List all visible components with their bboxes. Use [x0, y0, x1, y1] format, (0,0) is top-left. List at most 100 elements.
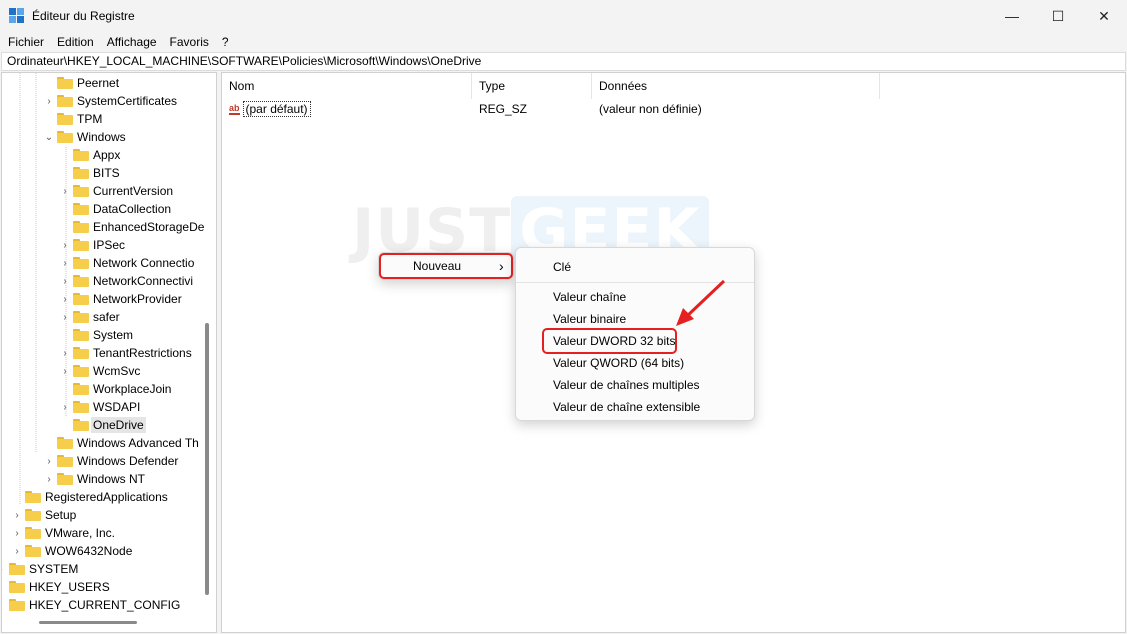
- title-bar: Éditeur du Registre — ☐ ✕: [0, 0, 1127, 32]
- chevron-right-icon[interactable]: ›: [60, 258, 70, 269]
- tree-item[interactable]: › Network Connectio: [60, 254, 194, 272]
- tree-item[interactable]: › Windows Defender: [44, 452, 178, 470]
- tree-item[interactable]: › WSDAPI: [60, 398, 140, 416]
- column-header-name[interactable]: Nom: [222, 73, 472, 99]
- tree-item[interactable]: HKEY_CURRENT_CONFIG: [2, 596, 180, 614]
- chevron-right-icon[interactable]: ›: [60, 402, 70, 413]
- maximize-button[interactable]: ☐: [1035, 0, 1081, 32]
- value-type: REG_SZ: [479, 102, 528, 116]
- chevron-right-icon[interactable]: ›: [12, 546, 22, 557]
- chevron-right-icon[interactable]: ›: [12, 510, 22, 521]
- submenu-item[interactable]: Valeur chaîne: [553, 286, 626, 308]
- tree-item[interactable]: System: [60, 326, 133, 344]
- chevron-right-icon[interactable]: ›: [60, 294, 70, 305]
- tree-item[interactable]: EnhancedStorageDe: [60, 218, 204, 236]
- folder-icon: [57, 95, 73, 107]
- folder-icon: [73, 383, 89, 395]
- folder-icon: [73, 257, 89, 269]
- chevron-right-icon[interactable]: ›: [60, 348, 70, 359]
- tree-item[interactable]: › SystemCertificates: [44, 92, 177, 110]
- folder-icon: [73, 419, 89, 431]
- tree-item[interactable]: RegisteredApplications: [12, 488, 168, 506]
- folder-icon: [57, 437, 73, 449]
- chevron-right-icon[interactable]: ›: [60, 366, 70, 377]
- value-row[interactable]: ab (par défaut): [229, 100, 311, 118]
- chevron-right-icon[interactable]: ›: [12, 528, 22, 539]
- tree-item[interactable]: › Setup: [12, 506, 76, 524]
- tree-item[interactable]: DataCollection: [60, 200, 171, 218]
- folder-icon: [25, 545, 41, 557]
- column-header-type[interactable]: Type: [472, 73, 592, 99]
- folder-icon: [73, 149, 89, 161]
- folder-icon: [73, 185, 89, 197]
- value-name: (par défaut): [242, 101, 311, 117]
- chevron-right-icon[interactable]: ›: [2, 564, 6, 575]
- submenu-item[interactable]: Valeur de chaînes multiples: [553, 374, 700, 396]
- highlight-frame-nouveau: [379, 253, 513, 279]
- folder-icon: [57, 131, 73, 143]
- folder-icon: [73, 329, 89, 341]
- tree-item[interactable]: WorkplaceJoin: [60, 380, 171, 398]
- submenu-item[interactable]: Valeur binaire: [553, 308, 626, 330]
- menu-edition[interactable]: Edition: [57, 35, 94, 49]
- tree-item[interactable]: › safer: [60, 308, 119, 326]
- folder-icon: [57, 113, 73, 125]
- menu-favoris[interactable]: Favoris: [170, 35, 209, 49]
- chevron-right-icon[interactable]: ›: [60, 240, 70, 251]
- folder-icon: [25, 527, 41, 539]
- chevron-right-icon[interactable]: ›: [44, 96, 54, 107]
- column-header-data[interactable]: Données: [592, 73, 880, 99]
- chevron-right-icon[interactable]: ›: [44, 474, 54, 485]
- key-tree-pane[interactable]: Peernet › SystemCertificates TPM ⌄ Windows…: [1, 72, 217, 633]
- tree-vertical-scrollbar[interactable]: [205, 323, 209, 595]
- tree-item[interactable]: Peernet: [44, 74, 119, 92]
- tree-item[interactable]: BITS: [60, 164, 120, 182]
- folder-icon: [73, 401, 89, 413]
- tree-item[interactable]: HKEY_USERS: [2, 578, 110, 596]
- folder-icon: [73, 347, 89, 359]
- folder-icon: [9, 581, 25, 593]
- minimize-button[interactable]: —: [989, 0, 1035, 32]
- red-arrow-icon: [676, 279, 726, 326]
- tree-item[interactable]: › Windows NT: [44, 470, 145, 488]
- tree-item[interactable]: › NetworkConnectivi: [60, 272, 193, 290]
- tree-item[interactable]: › WOW6432Node: [12, 542, 132, 560]
- tree-item[interactable]: › TenantRestrictions: [60, 344, 191, 362]
- submenu-item[interactable]: Valeur de chaîne extensible: [553, 396, 700, 418]
- tree-item[interactable]: ›SYSTEM: [2, 560, 78, 578]
- folder-icon: [73, 167, 89, 179]
- chevron-right-icon[interactable]: ›: [44, 456, 54, 467]
- chevron-down-icon[interactable]: ⌄: [44, 132, 54, 143]
- menu-fichier[interactable]: Fichier: [8, 35, 44, 49]
- tree-horizontal-scrollbar[interactable]: [39, 621, 137, 624]
- tree-item[interactable]: Appx: [60, 146, 120, 164]
- folder-icon: [57, 455, 73, 467]
- folder-icon: [73, 293, 89, 305]
- tree-item[interactable]: › WcmSvc: [60, 362, 140, 380]
- menu-affichage[interactable]: Affichage: [107, 35, 157, 49]
- tree-item[interactable]: › NetworkProvider: [60, 290, 181, 308]
- tree-item[interactable]: › CurrentVersion: [60, 182, 173, 200]
- highlight-frame-dword: [542, 328, 677, 354]
- chevron-right-icon[interactable]: ›: [60, 312, 70, 323]
- tree-item[interactable]: › IPSec: [60, 236, 125, 254]
- close-button[interactable]: ✕: [1081, 0, 1127, 32]
- folder-icon: [57, 473, 73, 485]
- submenu-item[interactable]: Valeur QWORD (64 bits): [553, 352, 684, 374]
- folder-icon: [73, 365, 89, 377]
- tree-item-selected[interactable]: OneDrive: [60, 416, 146, 434]
- string-value-icon: ab: [229, 102, 240, 115]
- menu-bar: Fichier Edition Affichage Favoris ?: [0, 32, 1127, 51]
- address-bar[interactable]: Ordinateur\HKEY_LOCAL_MACHINE\SOFTWARE\P…: [1, 52, 1126, 71]
- menu-help[interactable]: ?: [222, 35, 229, 49]
- folder-icon: [73, 203, 89, 215]
- tree-item[interactable]: ⌄ Windows: [44, 128, 126, 146]
- chevron-right-icon[interactable]: ›: [60, 276, 70, 287]
- tree-item[interactable]: TPM: [44, 110, 102, 128]
- submenu-item-cle[interactable]: Clé: [553, 256, 571, 278]
- tree-item[interactable]: › VMware, Inc.: [12, 524, 115, 542]
- value-data: (valeur non définie): [599, 102, 702, 116]
- window-title: Éditeur du Registre: [32, 9, 135, 23]
- tree-item[interactable]: Windows Advanced Th: [44, 434, 199, 452]
- chevron-right-icon[interactable]: ›: [60, 186, 70, 197]
